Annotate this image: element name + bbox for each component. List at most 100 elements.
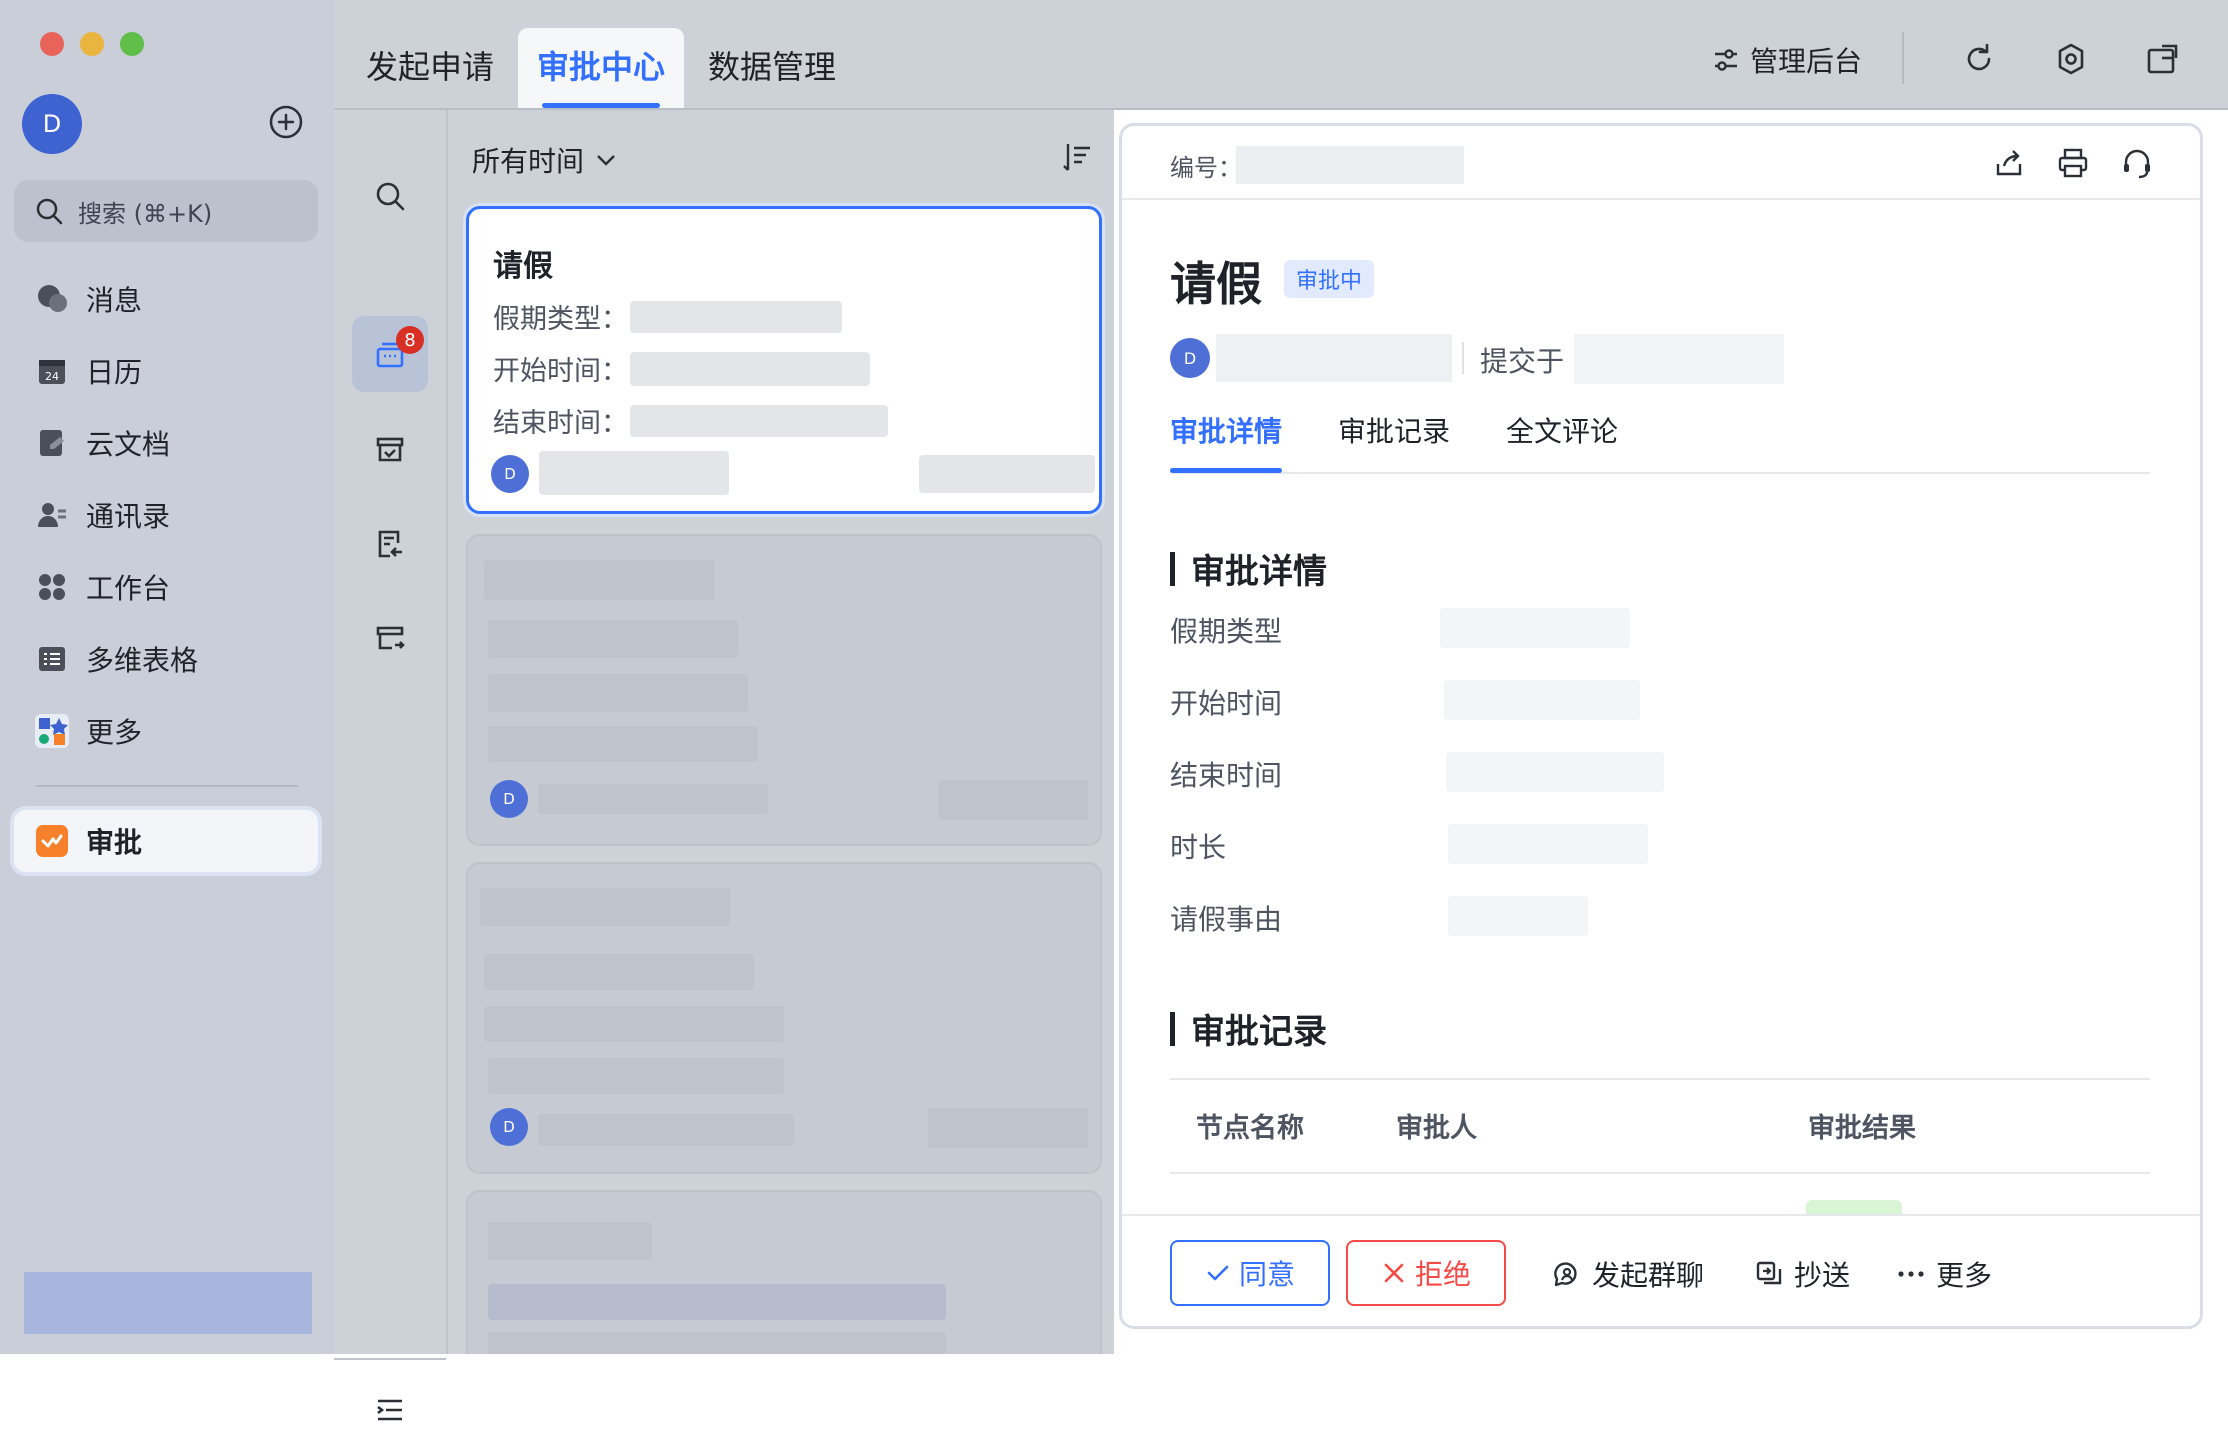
- tab-label: 数据管理: [707, 48, 836, 86]
- time-filter-dropdown[interactable]: 所有时间: [472, 140, 618, 180]
- approval-card[interactable]: D: [466, 534, 1102, 846]
- collapse-menu-icon: [377, 1399, 402, 1421]
- sidebar-item-label: 多维表格: [86, 644, 199, 677]
- start-group-chat-button[interactable]: 发起群聊: [1552, 1254, 1704, 1294]
- table-icon: [32, 639, 72, 679]
- approval-card-selected[interactable]: 请假 假期类型： 开始时间： 结束时间： D: [466, 206, 1102, 514]
- card-field-end-time: 结束时间：: [493, 401, 888, 440]
- active-tab-indicator: [1170, 468, 1282, 473]
- section-approval-details: 审批详情: [1170, 544, 1327, 593]
- redacted-submit-time: [1574, 334, 1784, 384]
- close-window-button[interactable]: [40, 32, 64, 56]
- redacted-field-value: [1444, 680, 1640, 720]
- rail-submitted-button[interactable]: [352, 506, 428, 582]
- sidebar-item-label: 云文档: [86, 428, 171, 461]
- tab-approval-center[interactable]: 审批中心: [518, 28, 684, 108]
- search-icon: [376, 182, 405, 211]
- submitter-avatar-letter: D: [1183, 348, 1197, 368]
- user-avatar[interactable]: D: [22, 94, 82, 154]
- minimize-window-button[interactable]: [80, 32, 104, 56]
- records-table-header-border: [1170, 1172, 2150, 1174]
- share-icon[interactable]: [1992, 146, 2026, 180]
- sidebar-item-base[interactable]: 多维表格: [14, 628, 318, 690]
- rail-cc-button[interactable]: [352, 600, 428, 676]
- blurred-field: [488, 1284, 946, 1320]
- column-header-result: 审批结果: [1808, 1113, 1916, 1144]
- sidebar-item-approval[interactable]: 审批: [14, 810, 318, 872]
- sidebar-item-label: 更多: [86, 716, 143, 749]
- blurred-name: [538, 1114, 794, 1146]
- group-chat-icon: [1554, 1262, 1577, 1287]
- calendar-icon: 24: [32, 351, 72, 391]
- pending-count-badge: 8: [396, 326, 424, 354]
- card-field-label: 假期类型：: [493, 304, 628, 335]
- sidebar-item-label: 工作台: [86, 572, 171, 605]
- card-avatar-letter: D: [503, 1118, 515, 1136]
- tab-submit-request[interactable]: 发起申请: [360, 28, 500, 108]
- sidebar-item-contacts[interactable]: 通讯录: [14, 484, 318, 546]
- tab-comments[interactable]: 全文评论: [1506, 410, 1618, 450]
- sidebar-item-workplace[interactable]: 工作台: [14, 556, 318, 618]
- sidebar-item-docs[interactable]: 云文档: [14, 412, 318, 474]
- redacted-time: [919, 455, 1095, 493]
- blurred-field: [484, 954, 754, 990]
- rail-search-button[interactable]: [352, 158, 428, 234]
- sort-icon[interactable]: [1060, 140, 1094, 174]
- reject-label: 拒绝: [1414, 1258, 1471, 1291]
- sidebar-item-messages[interactable]: 消息: [14, 268, 318, 330]
- sidebar-footer-banner[interactable]: [24, 1272, 312, 1334]
- approval-card[interactable]: D: [466, 862, 1102, 1174]
- add-circle-icon[interactable]: [268, 104, 304, 140]
- cc-button[interactable]: 抄送: [1754, 1254, 1850, 1294]
- approval-list: 所有时间 请假 假期类型： 开始时间： 结束时间： D D D: [448, 110, 1114, 1354]
- redacted-serial-number: [1236, 146, 1464, 184]
- refresh-icon[interactable]: [1960, 40, 1998, 78]
- close-icon: [1384, 1263, 1404, 1283]
- blurred-field: [484, 1006, 784, 1042]
- field-label-end-time: 结束时间: [1170, 759, 1283, 792]
- rail-pending-button[interactable]: 8: [352, 316, 428, 392]
- approval-filter-rail: 8: [334, 110, 448, 1421]
- card-avatar-letter: D: [503, 790, 515, 808]
- headset-icon[interactable]: [2120, 146, 2154, 180]
- field-label-leave-type: 假期类型: [1170, 615, 1283, 648]
- approval-card[interactable]: [466, 1190, 1102, 1354]
- copy-send-icon: [1756, 1261, 1782, 1285]
- blurred-field: [488, 674, 748, 712]
- sidebar-item-calendar[interactable]: 24 日历: [14, 340, 318, 402]
- redacted-field-value: [1448, 824, 1648, 864]
- approval-detail-panel: 编号： 请假 审批中 D 提交于 审批详情 审批记录 全文评论 审批详情 假期类…: [1122, 126, 2200, 1326]
- global-search-input[interactable]: 搜索 (⌘+K): [14, 180, 318, 242]
- sidebar-divider: [36, 785, 298, 787]
- sidebar-item-more[interactable]: 更多: [14, 700, 318, 762]
- approve-button[interactable]: 同意: [1170, 1240, 1330, 1306]
- field-label-reason: 请假事由: [1170, 903, 1283, 936]
- maximize-window-button[interactable]: [120, 32, 144, 56]
- blurred-field: [488, 1058, 784, 1094]
- blurred-time: [928, 1108, 1088, 1148]
- popout-window-icon[interactable]: [2144, 40, 2182, 78]
- card-title: 请假: [493, 249, 553, 284]
- reject-button[interactable]: 拒绝: [1346, 1240, 1506, 1306]
- tab-data-management[interactable]: 数据管理: [702, 28, 842, 108]
- admin-console-button[interactable]: 管理后台: [1712, 38, 1862, 82]
- rail-collapse-button[interactable]: [352, 1372, 428, 1448]
- section-title-text: 审批记录: [1191, 1012, 1327, 1052]
- more-label: 更多: [1936, 1259, 1993, 1292]
- blurred-time: [938, 780, 1088, 820]
- gear-icon[interactable]: [2052, 40, 2090, 78]
- tab-label: 发起申请: [365, 48, 494, 86]
- printer-icon[interactable]: [2056, 146, 2090, 180]
- section-approval-records: 审批记录: [1170, 1004, 1327, 1053]
- more-actions-button[interactable]: 更多: [1896, 1254, 1992, 1294]
- redacted-field-value: [1440, 608, 1630, 648]
- redacted-submitter-name: [1216, 334, 1452, 382]
- tab-approval-records[interactable]: 审批记录: [1338, 410, 1450, 450]
- tabs-divider: [1170, 472, 2150, 474]
- tab-approval-details[interactable]: 审批详情: [1170, 410, 1282, 450]
- tab-label: 审批中心: [536, 48, 665, 86]
- contacts-icon: [32, 495, 72, 535]
- search-icon: [36, 198, 63, 225]
- submitter-avatar[interactable]: D: [1170, 338, 1210, 378]
- rail-processed-button[interactable]: [352, 412, 428, 488]
